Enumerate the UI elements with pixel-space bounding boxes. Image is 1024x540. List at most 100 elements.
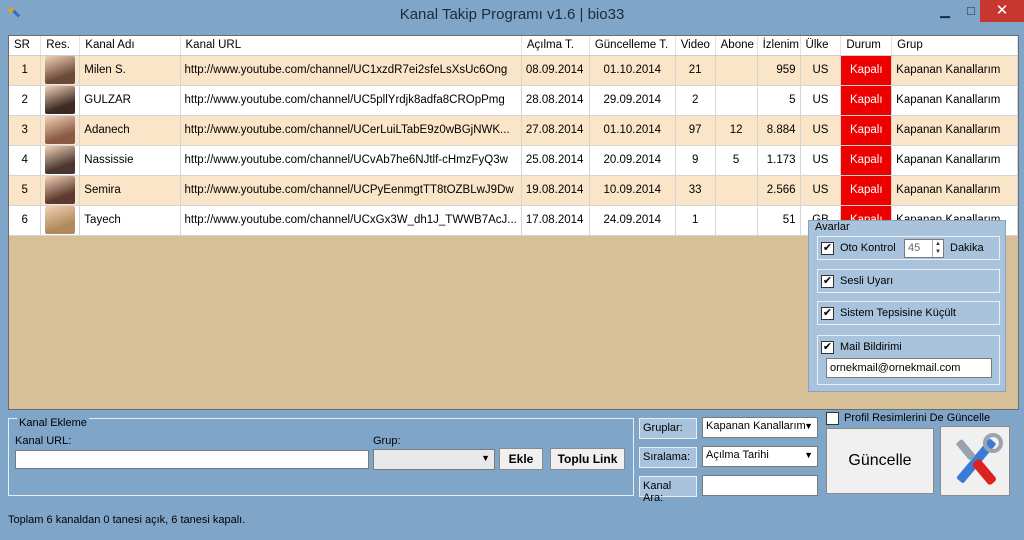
interval-stepper[interactable]: 45 ▲ ▼	[904, 239, 944, 258]
column-header[interactable]: Güncelleme T.	[589, 36, 676, 56]
group-name: Kapanan Kanallarım	[891, 115, 1018, 146]
column-header[interactable]: Video	[675, 36, 716, 56]
chevron-down-icon: ▼	[804, 421, 813, 431]
column-header[interactable]: Kanal URL	[180, 36, 522, 56]
mail-label: Mail Bildirimi	[840, 341, 902, 353]
channel-url: http://www.youtube.com/channel/UCerLuiLT…	[180, 115, 522, 146]
channel-name: Nassissie	[79, 145, 181, 176]
url-input[interactable]	[15, 450, 369, 469]
opened-date: 28.08.2014	[521, 85, 590, 116]
subscriber-count	[715, 85, 758, 116]
column-header[interactable]: SR	[9, 36, 42, 56]
column-header[interactable]: Açılma T.	[521, 36, 590, 56]
close-button[interactable]: ✕	[980, 0, 1024, 22]
bulk-link-button[interactable]: Toplu Link	[550, 448, 625, 470]
channel-url: http://www.youtube.com/channel/UC5pllYrd…	[180, 85, 522, 116]
title-bar: Kanal Takip Programı v1.6 | bio33 ▁ □ ✕	[0, 0, 1024, 30]
mail-input[interactable]	[826, 358, 992, 378]
video-count: 2	[675, 85, 716, 116]
updated-date: 24.09.2014	[589, 205, 676, 236]
avatar	[45, 86, 76, 114]
sound-alert-checkbox[interactable]: ✔	[821, 275, 834, 288]
groups-filter-label: Gruplar:	[639, 418, 697, 439]
country: US	[800, 85, 842, 116]
mail-checkbox[interactable]: ✔	[821, 341, 834, 354]
column-header[interactable]: Durum	[840, 36, 893, 56]
group-label: Grup:	[373, 435, 401, 447]
column-header[interactable]: Res.	[40, 36, 81, 56]
interval-unit: Dakika	[950, 242, 984, 254]
table-row[interactable]: 2 GULZAR http://www.youtube.com/channel/UC…	[9, 85, 1018, 116]
avatar-cell	[40, 115, 81, 146]
groups-filter-value: Kapanan Kanallarım	[706, 420, 806, 432]
avatar	[45, 116, 76, 144]
profile-update-checkbox[interactable]	[826, 412, 839, 425]
channel-url: http://www.youtube.com/channel/UC1xzdR7e…	[180, 55, 522, 86]
subscriber-count	[715, 205, 758, 236]
table-row[interactable]: 1 Milen S. http://www.youtube.com/channel/…	[9, 55, 1018, 86]
updated-date: 01.10.2014	[589, 55, 676, 86]
auto-check-label: Oto Kontrol	[840, 242, 896, 254]
opened-date: 27.08.2014	[521, 115, 590, 146]
settings-legend: Avarlar	[815, 221, 850, 233]
column-header[interactable]: İzlenim	[757, 36, 801, 56]
group-name: Kapanan Kanallarım	[891, 55, 1018, 86]
mail-option: ✔ Mail Bildirimi	[817, 335, 1000, 385]
video-count: 1	[675, 205, 716, 236]
video-count: 9	[675, 145, 716, 176]
sort-select[interactable]: Açılma Tarihi ▼	[702, 446, 818, 467]
opened-date: 25.08.2014	[521, 145, 590, 176]
channel-name: Tayech	[79, 205, 181, 236]
add-button[interactable]: Ekle	[499, 448, 543, 470]
tray-option: ✔ Sistem Tepsisine Küçült	[817, 301, 1000, 325]
updated-date: 20.09.2014	[589, 145, 676, 176]
status-badge: Kapalı	[840, 85, 893, 116]
view-count: 2.566	[757, 175, 801, 206]
avatar	[45, 176, 76, 204]
column-header[interactable]: Abone	[715, 36, 758, 56]
status-badge: Kapalı	[840, 145, 893, 176]
row-number: 4	[9, 145, 42, 176]
sort-value: Açılma Tarihi	[706, 449, 769, 461]
update-button[interactable]: Güncelle	[826, 428, 934, 494]
status-badge: Kapalı	[840, 115, 893, 146]
group-name: Kapanan Kanallarım	[891, 175, 1018, 206]
updated-date: 01.10.2014	[589, 115, 676, 146]
search-input[interactable]	[702, 475, 818, 496]
column-header[interactable]: Ülke	[800, 36, 842, 56]
channel-url: http://www.youtube.com/channel/UCxGx3W_d…	[180, 205, 522, 236]
opened-date: 17.08.2014	[521, 205, 590, 236]
subscriber-count	[715, 175, 758, 206]
country: US	[800, 175, 842, 206]
avatar-cell	[40, 175, 81, 206]
auto-check-checkbox[interactable]: ✔	[821, 242, 834, 255]
country: US	[800, 55, 842, 86]
group-name: Kapanan Kanallarım	[891, 145, 1018, 176]
video-count: 97	[675, 115, 716, 146]
stepper-arrows-icon[interactable]: ▲ ▼	[932, 240, 943, 257]
column-header[interactable]: Kanal Adı	[79, 36, 181, 56]
column-header[interactable]: Grup	[891, 36, 1018, 56]
country: US	[800, 145, 842, 176]
view-count: 8.884	[757, 115, 801, 146]
subscriber-count	[715, 55, 758, 86]
table-row[interactable]: 4 Nassissie http://www.youtube.com/channel…	[9, 145, 1018, 176]
avatar-cell	[40, 205, 81, 236]
channel-name: Milen S.	[79, 55, 181, 86]
chevron-down-icon: ▼	[804, 450, 813, 460]
tools-icon	[956, 433, 1003, 485]
avatar	[45, 56, 76, 84]
channel-url: http://www.youtube.com/channel/UCvAb7he6…	[180, 145, 522, 176]
channel-name: GULZAR	[79, 85, 181, 116]
sound-alert-option: ✔ Sesli Uyarı	[817, 269, 1000, 293]
view-count: 51	[757, 205, 801, 236]
video-count: 33	[675, 175, 716, 206]
tools-button[interactable]	[940, 426, 1010, 496]
group-select[interactable]: ▼	[373, 449, 495, 470]
table-row[interactable]: 5 Semira http://www.youtube.com/channel/UC…	[9, 175, 1018, 206]
avatar-cell	[40, 55, 81, 86]
settings-panel: Avarlar ✔ Oto Kontrol 45 ▲ ▼ Dakika ✔ Ses…	[808, 220, 1006, 392]
groups-filter-select[interactable]: Kapanan Kanallarım ▼	[702, 417, 818, 438]
tray-checkbox[interactable]: ✔	[821, 307, 834, 320]
table-row[interactable]: 3 Adanech http://www.youtube.com/channel/U…	[9, 115, 1018, 146]
